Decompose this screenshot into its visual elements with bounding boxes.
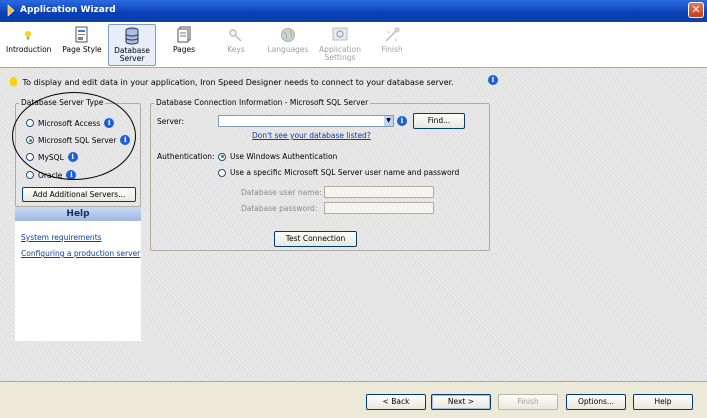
- page-style-icon: [75, 26, 88, 43]
- step-label: Introduction: [6, 45, 52, 54]
- keys-icon: [229, 29, 242, 42]
- step-pages[interactable]: Pages: [162, 24, 206, 66]
- server-combobox[interactable]: ▼: [218, 115, 394, 127]
- radio-windows-authentication[interactable]: Use Windows Authentication: [218, 152, 337, 161]
- finish-icon: [385, 27, 400, 42]
- database-user-name-label: Database user name:: [241, 188, 322, 197]
- title-bar[interactable]: Application Wizard ✕: [0, 0, 707, 22]
- lightbulb-icon: [10, 77, 17, 86]
- database-icon: [125, 27, 139, 45]
- main-panel: To display and edit data in your applica…: [0, 69, 707, 381]
- help-panel: Help System requirements Configuring a p…: [15, 207, 141, 341]
- help-title: Help: [15, 207, 141, 221]
- radio-button[interactable]: [218, 152, 226, 161]
- radio-sql-server-authentication[interactable]: Use a specific Microsoft SQL Server user…: [218, 168, 459, 177]
- radio-label: Use a specific Microsoft SQL Server user…: [230, 168, 460, 177]
- globe-icon: [281, 28, 295, 42]
- app-icon: [7, 4, 15, 17]
- radio-button[interactable]: [218, 168, 226, 177]
- radio-button[interactable]: [26, 171, 34, 179]
- settings-icon: [332, 27, 348, 41]
- help-button[interactable]: Help: [633, 394, 693, 410]
- database-password-field[interactable]: [324, 202, 434, 214]
- step-application-settings[interactable]: Application Settings: [314, 24, 366, 66]
- step-page-style[interactable]: Page Style: [60, 24, 104, 66]
- add-additional-servers-button[interactable]: Add Additional Servers...: [22, 187, 136, 202]
- close-button[interactable]: ✕: [688, 2, 704, 18]
- help-link-system-requirements[interactable]: System requirements: [21, 233, 102, 242]
- step-label: Finish: [381, 45, 403, 54]
- step-label: Keys: [227, 45, 245, 54]
- help-link-production-server[interactable]: Configuring a production server: [21, 249, 140, 258]
- lightbulb-icon: [25, 31, 31, 40]
- step-label: Pages: [172, 45, 196, 54]
- step-label: Languages: [267, 45, 309, 54]
- radio-label: Use Windows Authentication: [230, 152, 338, 161]
- database-password-label: Database password:: [241, 204, 318, 213]
- step-languages[interactable]: Languages: [266, 24, 310, 66]
- step-introduction[interactable]: Introduction: [6, 24, 52, 66]
- info-icon[interactable]: i: [488, 75, 498, 85]
- step-database-server[interactable]: Database Server: [108, 24, 156, 66]
- test-connection-button[interactable]: Test Connection: [274, 231, 357, 247]
- database-not-listed-link[interactable]: Don't see your database listed?: [252, 131, 371, 140]
- options-button[interactable]: Options...: [566, 394, 626, 410]
- info-text: To display and edit data in your applica…: [22, 78, 454, 87]
- find-button[interactable]: Find...: [413, 113, 465, 129]
- close-icon: ✕: [691, 3, 701, 16]
- step-label: Application Settings: [319, 45, 361, 62]
- application-wizard-window: Application Wizard ✕ Introduction Page S…: [0, 0, 707, 418]
- authentication-label: Authentication:: [157, 152, 215, 161]
- step-label: Database Server: [114, 46, 150, 63]
- window-title: Application Wizard: [20, 5, 116, 15]
- finish-button[interactable]: Finish: [498, 394, 558, 410]
- step-finish[interactable]: Finish: [370, 24, 414, 66]
- highlight-ellipse: [12, 92, 136, 180]
- info-icon[interactable]: i: [397, 116, 407, 126]
- wizard-steps-toolbar: Introduction Page Style Database Server …: [0, 22, 707, 68]
- chevron-down-icon[interactable]: ▼: [384, 116, 393, 126]
- next-button[interactable]: Next >: [431, 394, 491, 410]
- footer-bar: < Back Next > Finish Options... Help: [0, 381, 707, 418]
- step-keys[interactable]: Keys: [214, 24, 258, 66]
- pages-icon: [177, 26, 191, 43]
- server-label: Server:: [157, 117, 184, 126]
- info-message: To display and edit data in your applica…: [10, 77, 454, 87]
- database-user-name-field[interactable]: [324, 186, 434, 198]
- back-button[interactable]: < Back: [366, 394, 426, 410]
- connection-legend: Database Connection Information - Micros…: [154, 98, 371, 107]
- step-label: Page Style: [62, 45, 102, 54]
